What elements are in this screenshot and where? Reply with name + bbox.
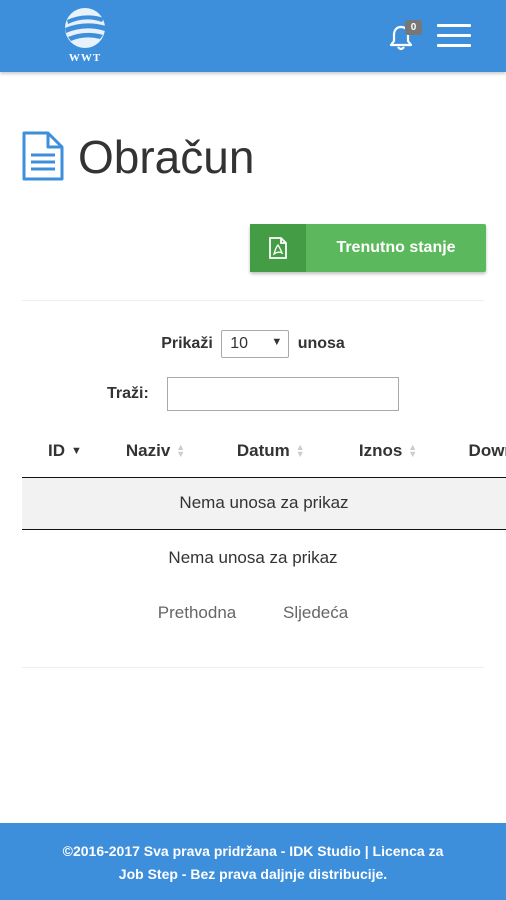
current-status-button-label: Trenutno stanje (336, 239, 456, 256)
footer-line-1: ©2016-2017 Sva prava pridržana - IDK Stu… (62, 843, 444, 859)
logo-text: WWT (68, 52, 102, 64)
notification-badge: 0 (405, 20, 422, 35)
document-icon (22, 131, 64, 181)
pdf-file-icon (250, 224, 306, 272)
footer: ©2016-2017 Sva prava pridržana - IDK Stu… (0, 823, 506, 900)
billing-table: ID▼ Naziv▲▼ Datum▲▼ Iznos▲▼ Download Nem… (22, 425, 506, 530)
empty-table-message: Nema unosa za prikaz (22, 477, 506, 530)
table-header-row: ID▼ Naziv▲▼ Datum▲▼ Iznos▲▼ Download (22, 425, 506, 478)
column-header-id[interactable]: ID ▼ (22, 425, 100, 478)
column-header-iznos[interactable]: Iznos ▲ ▼ (332, 425, 443, 478)
search-input[interactable] (167, 377, 399, 411)
page-title: Obračun (78, 131, 255, 183)
page-length-value: 10 (230, 335, 249, 352)
previous-page-button[interactable]: Prethodna (158, 603, 236, 623)
table-row: Nema unosa za prikaz (22, 477, 506, 530)
sort-icon: ▲ ▼ (408, 442, 418, 460)
column-header-download[interactable]: Download (442, 425, 506, 478)
hamburger-menu-icon[interactable] (437, 24, 471, 48)
wwt-logo[interactable]: WWT (58, 6, 112, 66)
top-navbar: WWT 0 (0, 0, 506, 72)
next-page-button[interactable]: Sljedeća (283, 603, 348, 623)
pagination: Prethodna Sljedeća (0, 603, 506, 623)
search-label: Traži: (107, 385, 149, 402)
sort-icon: ▲ ▼ (176, 442, 186, 460)
divider (22, 300, 484, 301)
page-length-select[interactable]: 10 ▼ (221, 330, 290, 358)
table-info: Nema unosa za prikaz (168, 548, 338, 567)
sort-icon: ▲ ▼ (295, 442, 305, 460)
column-header-datum[interactable]: Datum ▲ ▼ (210, 425, 333, 478)
length-prefix-label: Prikaži (161, 335, 213, 352)
column-header-naziv[interactable]: Naziv ▲ ▼ (99, 425, 211, 478)
sort-desc-icon: ▼ (71, 444, 82, 457)
globe-icon (65, 8, 106, 48)
dropdown-arrow-icon: ▼ (271, 336, 283, 348)
divider (22, 667, 484, 668)
current-status-button[interactable]: Trenutno stanje (250, 224, 486, 272)
page-length-control: Prikaži 10 ▼ unosa (0, 330, 506, 358)
table-container[interactable]: ID▼ Naziv▲▼ Datum▲▼ Iznos▲▼ Download Nem… (22, 425, 506, 530)
length-suffix-label: unosa (297, 335, 345, 352)
footer-line-2: Job Step - Bez prava daljnje distribucij… (118, 866, 388, 882)
